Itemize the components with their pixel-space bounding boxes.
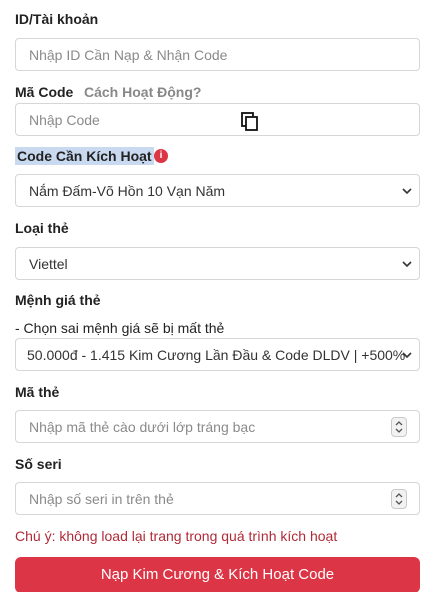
denomination-select[interactable]: 50.000đ - 1.415 Kim Cương Lần Đầu & Code… (15, 338, 420, 371)
account-input[interactable]: Nhập ID Cần Nạp & Nhận Code (15, 38, 420, 71)
chevron-down-icon (402, 187, 412, 194)
account-placeholder: Nhập ID Cần Nạp & Nhận Code (29, 46, 228, 63)
card-type-select[interactable]: Viettel (15, 247, 420, 280)
card-code-placeholder: Nhập mã thẻ cào dưới lớp tráng bạc (29, 418, 256, 435)
code-placeholder: Nhập Code (29, 111, 100, 128)
serial-input[interactable]: Nhập số seri in trên thẻ (15, 482, 420, 515)
serial-placeholder: Nhập số seri in trên thẻ (29, 490, 174, 507)
chevron-down-icon (402, 260, 412, 267)
warning-text: Chú ý: không load lại trang trong quá tr… (15, 528, 338, 544)
activate-label: Code Cần Kích Hoạt (15, 147, 154, 165)
denomination-note: - Chọn sai mệnh giá sẽ bị mất thẻ (15, 320, 225, 336)
serial-label: Số seri (15, 456, 62, 472)
account-label: ID/Tài khoản (15, 11, 99, 27)
chevron-down-icon (402, 351, 412, 358)
how-it-works-link[interactable]: Cách Hoạt Động? (84, 84, 201, 100)
copy-icon[interactable] (241, 112, 259, 132)
info-icon[interactable]: i (154, 149, 168, 163)
card-code-input[interactable]: Nhập mã thẻ cào dưới lớp tráng bạc (15, 410, 420, 443)
code-input[interactable]: Nhập Code (15, 103, 420, 136)
card-type-label: Loại thẻ (15, 220, 69, 236)
denomination-label: Mệnh giá thẻ (15, 292, 101, 308)
code-label: Mã Code (15, 84, 74, 100)
stepper-icon[interactable] (391, 416, 407, 437)
card-type-selected: Viettel (29, 255, 68, 272)
activate-label-text: Code Cần Kích Hoạt (15, 147, 154, 165)
card-code-label: Mã thẻ (15, 384, 60, 400)
denomination-selected: 50.000đ - 1.415 Kim Cương Lần Đầu & Code… (27, 346, 406, 363)
submit-button[interactable]: Nạp Kim Cương & Kích Hoạt Code (15, 557, 420, 592)
activate-select[interactable]: Nắm Đấm-Võ Hồn 10 Vạn Năm (15, 174, 420, 207)
activate-selected: Nắm Đấm-Võ Hồn 10 Vạn Năm (29, 182, 226, 199)
stepper-icon[interactable] (391, 488, 407, 509)
